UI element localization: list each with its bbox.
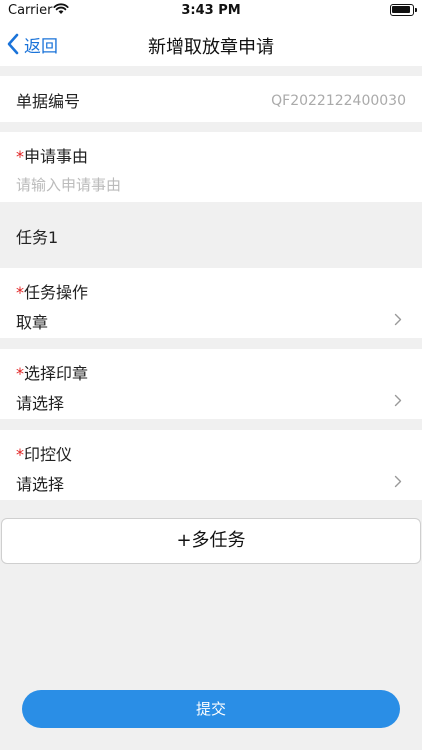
- seal-device-value: 请选择: [16, 475, 65, 494]
- seal-device-label: *印控仪: [16, 441, 72, 465]
- status-bar: Carrier 3:43 PM: [0, 0, 422, 22]
- reason-label: *申请事由: [16, 143, 88, 167]
- doc-number-value: QF2022122400030: [271, 93, 406, 109]
- status-time: 3:43 PM: [181, 3, 241, 18]
- required-mark: *: [16, 283, 24, 302]
- select-seal-row[interactable]: *选择印章 请选择: [0, 349, 422, 419]
- select-seal-label-text: 选择印章: [24, 364, 89, 383]
- navigation-bar: 返回 新增取放章申请: [0, 22, 422, 66]
- page-title: 新增取放章申请: [148, 37, 274, 58]
- select-seal-value: 请选择: [16, 394, 65, 413]
- reason-input[interactable]: 请输入申请事由: [16, 174, 121, 195]
- task-operation-value: 取章: [16, 313, 49, 332]
- task-section-header: 任务1: [0, 202, 422, 268]
- reason-label-text: 申请事由: [24, 147, 89, 166]
- required-mark: *: [16, 364, 24, 383]
- add-task-button[interactable]: +多任务: [1, 518, 421, 564]
- required-mark: *: [16, 147, 24, 166]
- doc-number-label: 单据编号: [16, 92, 81, 111]
- submit-button[interactable]: 提交: [22, 690, 400, 728]
- task-title: 任务1: [16, 228, 59, 247]
- task-operation-row[interactable]: *任务操作 取章: [0, 268, 422, 338]
- battery-tip: [415, 8, 417, 12]
- chevron-right-icon: [394, 473, 402, 492]
- reason-field-row[interactable]: *申请事由 请输入申请事由: [0, 132, 422, 202]
- battery-icon: [390, 4, 414, 16]
- task-operation-label: *任务操作: [16, 279, 88, 303]
- required-mark: *: [16, 445, 24, 464]
- task-operation-label-text: 任务操作: [24, 283, 89, 302]
- select-seal-label: *选择印章: [16, 360, 88, 384]
- doc-number-row: 单据编号 QF2022122400030: [0, 76, 422, 122]
- chevron-right-icon: [394, 311, 402, 330]
- seal-device-label-text: 印控仪: [24, 445, 73, 464]
- chevron-right-icon: [394, 392, 402, 411]
- seal-device-row[interactable]: *印控仪 请选择: [0, 430, 422, 500]
